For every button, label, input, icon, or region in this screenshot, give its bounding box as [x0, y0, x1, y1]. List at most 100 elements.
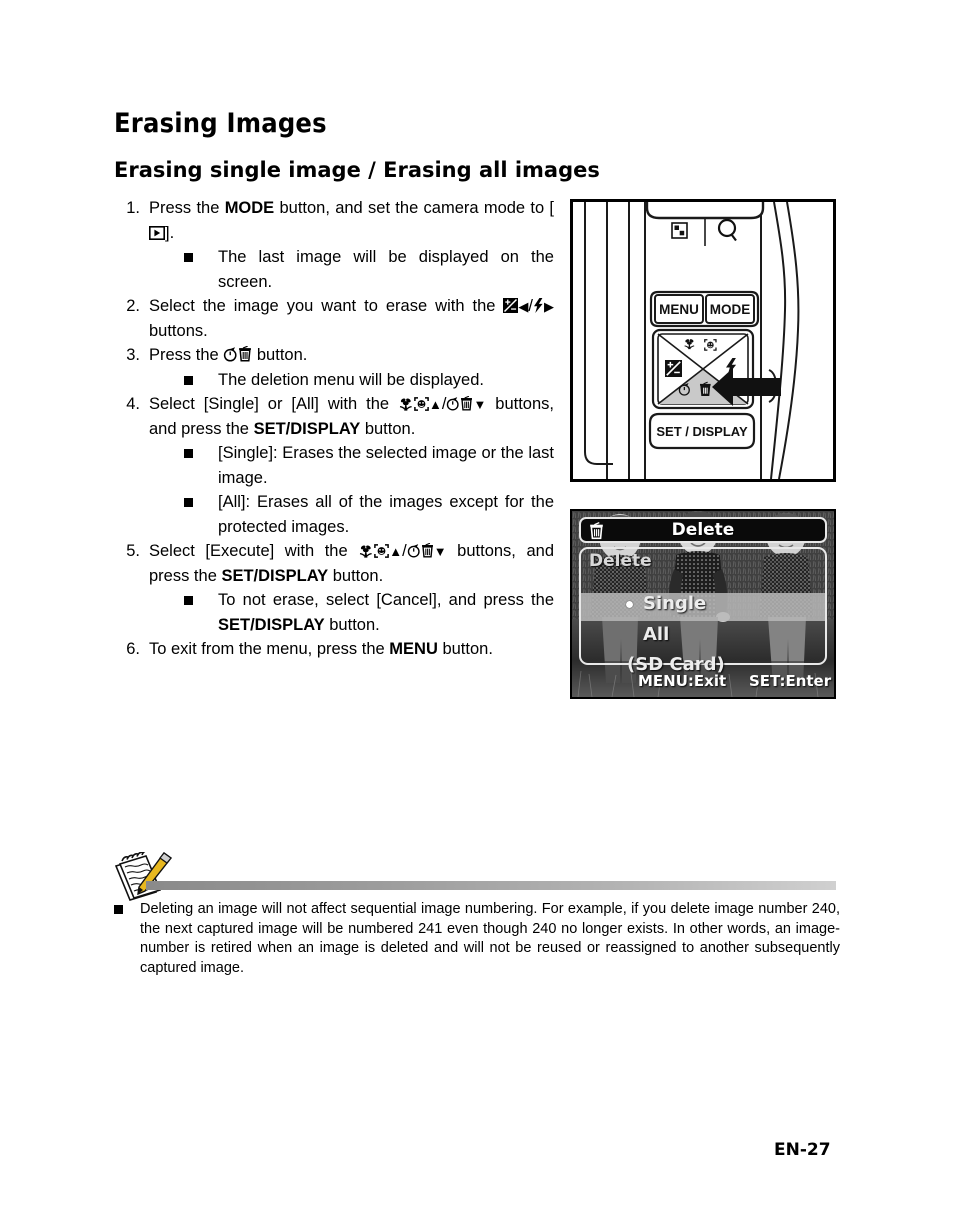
step-text-part: button. [328, 566, 384, 585]
note-block: Deleting an image will not affect sequen… [114, 900, 840, 978]
set-display-button-label: SET/DISPLAY [218, 615, 325, 634]
camera-back-illustration: MENU MODE SET / DISPLAY [570, 199, 836, 482]
step-number: 5. [126, 542, 140, 560]
step-text-part: button, and set the camera mode to [ [274, 199, 554, 217]
sub-note-text: The last image will be displayed on the … [218, 248, 554, 291]
face-detection-icon [374, 544, 390, 558]
self-timer-icon [407, 543, 421, 558]
step-text-part: Press the [149, 199, 225, 217]
trash-icon [421, 543, 434, 558]
step-number: 2. [126, 297, 140, 315]
menu-mode-buttons: MENU MODE [649, 290, 760, 328]
face-detection-icon [414, 397, 429, 411]
self-timer-icon [446, 396, 460, 411]
step-text-part: Select [Execute] with the [149, 542, 359, 560]
lcd-hint-set-enter: SET:Enter [749, 672, 832, 690]
section-subtitle: Erasing single image / Erasing all image… [114, 158, 600, 182]
step-5-note-cancel: To not erase, select [Cancel], and press… [184, 588, 554, 637]
square-bullet-icon [184, 375, 193, 385]
exposure-compensation-icon [503, 298, 519, 313]
sub-note-part: To not erase, select [Cancel], and press… [218, 591, 554, 609]
mode-button-label: MODE [224, 199, 275, 217]
page-title: Erasing Images [114, 108, 327, 139]
lcd-title-text: Delete [671, 520, 735, 540]
square-bullet-icon [114, 905, 123, 914]
camera-back-svg: MENU MODE SET / DISPLAY [573, 202, 833, 479]
lcd-option-single[interactable]: Single [643, 593, 706, 614]
step-text-part: button. [437, 640, 493, 658]
set-display-button: SET / DISPLAY [648, 412, 756, 450]
menu-button-label: MENU [389, 640, 438, 658]
step-text: To exit from the menu, press the MENU bu… [149, 637, 554, 662]
step-number: 1. [126, 199, 140, 217]
step-text-part: To exit from the menu, press the [149, 640, 390, 658]
step-text-part: Select the image you want to erase with … [149, 297, 504, 315]
set-display-label: SET / DISPLAY [656, 424, 748, 439]
lcd-footer-hints: MENU:Exit SET:Enter [572, 672, 834, 694]
step-text: Select [Execute] with the ▲/▼ buttons, a… [149, 539, 554, 588]
sub-note-text: [All]: Erases all of the images except f… [218, 493, 554, 536]
step-2: 2. Select the image you want to erase wi… [114, 294, 554, 343]
step-text: Select [Single] or [All] with the ▲/▼ bu… [149, 392, 554, 441]
exposure-compensation-icon [665, 360, 682, 377]
square-bullet-icon [184, 449, 193, 458]
lcd-title-bar: Delete [579, 517, 827, 543]
step-4-note-single: [Single]: Erases the selected image or t… [184, 441, 554, 490]
step-number: 4. [126, 395, 140, 413]
step-number: 3. [126, 346, 140, 364]
lcd-panel-label: Delete [589, 551, 652, 571]
square-bullet-icon [184, 596, 193, 605]
step-number: 6. [126, 640, 140, 658]
up-triangle-icon: ▲ [429, 397, 442, 412]
step-3: 3. Press the button. The deletion menu w… [114, 343, 554, 392]
step-3-note: The deletion menu will be displayed. [184, 368, 554, 393]
svg-text:MENU: MENU [659, 302, 699, 317]
step-1-note: The last image will be displayed on the … [184, 245, 554, 294]
step-text-part: button. [360, 419, 416, 438]
left-triangle-icon: ◀ [518, 299, 529, 314]
down-triangle-icon: ▼ [433, 544, 447, 559]
step-text-part: button. [252, 346, 308, 364]
svg-text:MODE: MODE [710, 302, 751, 317]
down-triangle-icon: ▼ [473, 397, 487, 412]
step-6: 6. To exit from the menu, press the MENU… [114, 637, 554, 662]
sub-note-text: [Single]: Erases the selected image or t… [218, 444, 554, 487]
step-text-part: Select [Single] or [All] with the [149, 395, 398, 413]
set-display-button-label: SET/DISPLAY [253, 419, 361, 438]
trash-icon [460, 396, 473, 411]
step-4-note-all: [All]: Erases all of the images except f… [184, 490, 554, 539]
note-text: Deleting an image will not affect sequen… [140, 901, 840, 976]
manual-page: Erasing Images Erasing single image / Er… [0, 0, 954, 1220]
trash-icon [699, 381, 711, 396]
step-text: Press the MODE button, and set the camer… [149, 196, 554, 245]
macro-icon [358, 544, 374, 558]
step-4: 4. Select [Single] or [All] with the ▲/▼… [114, 392, 554, 539]
sub-note-text: To not erase, select [Cancel], and press… [218, 588, 554, 637]
up-triangle-icon: ▲ [389, 544, 403, 559]
step-text-part: ]. [165, 223, 175, 242]
page-footer: EN-27 [774, 1140, 831, 1160]
instruction-steps: 1. Press the MODE button, and set the ca… [114, 196, 554, 662]
lcd-hint-menu-exit: MENU:Exit [638, 672, 727, 690]
playback-icon [149, 225, 165, 240]
sub-note-part: button. [324, 615, 380, 634]
step-text-part: Press the [149, 346, 224, 364]
set-display-button-label: SET/DISPLAY [221, 566, 329, 585]
notepad-pencil-icon [112, 850, 174, 902]
lcd-option-all[interactable]: All [643, 624, 669, 645]
radio-selected-icon [626, 601, 633, 608]
trash-icon [238, 346, 252, 362]
step-1: 1. Press the MODE button, and set the ca… [114, 196, 554, 294]
four-way-navigation-pad [651, 328, 755, 410]
right-triangle-icon: ▶ [544, 299, 554, 314]
sub-note-text: The deletion menu will be displayed. [218, 370, 484, 389]
thumbnail-icon [671, 222, 688, 239]
square-bullet-icon [184, 498, 193, 507]
step-text-part: buttons. [149, 321, 208, 340]
flash-icon [533, 298, 544, 313]
macro-icon [398, 397, 414, 411]
step-text: Press the button. [149, 343, 554, 368]
step-text: Select the image you want to erase with … [149, 294, 554, 343]
square-bullet-icon [184, 253, 193, 262]
step-5: 5. Select [Execute] with the ▲/▼ buttons… [114, 539, 554, 637]
